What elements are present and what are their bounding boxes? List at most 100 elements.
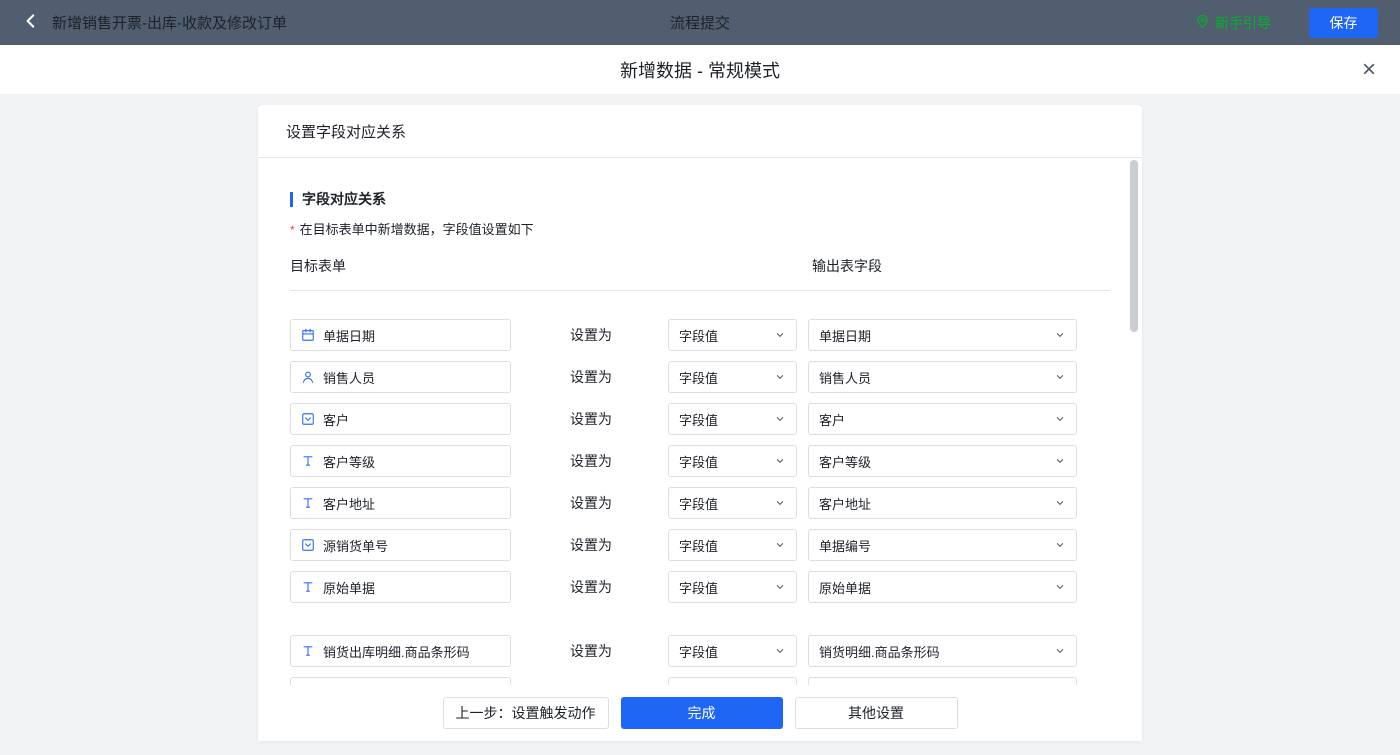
prev-step-button[interactable]: 上一步：设置触发动作 (442, 697, 609, 729)
value-type-select[interactable]: 字段值 (668, 571, 797, 603)
output-field-label: 销售人员 (819, 370, 872, 386)
save-button[interactable]: 保存 (1309, 7, 1378, 38)
value-type-label: 字段值 (679, 328, 719, 344)
target-field-box[interactable]: 销货出库明细.商品条形码 (290, 635, 511, 667)
chevron-down-icon (774, 413, 786, 425)
value-type-label: 字段值 (679, 496, 719, 512)
set-as-label: 设置为 (570, 369, 612, 385)
value-type-select[interactable]: 字段值 (668, 361, 797, 393)
chevron-down-icon (1054, 581, 1066, 593)
chevron-down-icon (774, 581, 786, 593)
output-field-label: 客户 (819, 412, 846, 428)
scrollbar-thumb[interactable] (1130, 160, 1138, 332)
topbar: 新增销售开票-出库-收款及修改订单 流程提交 新手引导 保存 (0, 0, 1400, 45)
output-field-label: 单据日期 (819, 328, 872, 344)
panel-footer: 上一步：设置触发动作 完成 其他设置 (258, 685, 1142, 741)
output-field-label: 单据编号 (819, 538, 872, 554)
target-field-box[interactable]: 销货出库明细.商品 (290, 677, 511, 685)
mapping-row: 原始单据 设置为 字段值 原始单据 (290, 571, 1110, 603)
value-type-select[interactable]: 字段值 (668, 635, 797, 667)
location-pin-icon (1195, 14, 1210, 32)
mapping-row: 单据日期 设置为 字段值 单据日期 (290, 319, 1110, 351)
value-type-select[interactable]: 字段值 (668, 445, 797, 477)
value-type-label: 字段值 (679, 644, 719, 660)
chevron-down-icon (774, 497, 786, 509)
value-type-label: 字段值 (679, 454, 719, 470)
target-field-label: 销售人员 (323, 370, 376, 386)
target-field-box[interactable]: 源销货单号 (290, 529, 511, 561)
target-field-label: 客户地址 (323, 496, 376, 512)
mapping-row: 客户等级 设置为 字段值 客户等级 (290, 445, 1110, 477)
output-field-select[interactable]: 原始单据 (808, 571, 1077, 603)
chevron-down-icon (1054, 413, 1066, 425)
column-headers: 目标表单 输出表字段 (290, 256, 1110, 291)
target-field-box[interactable]: 客户 (290, 403, 511, 435)
flow-submit-label: 流程提交 (669, 15, 731, 32)
chevron-down-icon (1054, 645, 1066, 657)
text-icon (301, 580, 315, 594)
target-field-label: 源销货单号 (323, 538, 389, 554)
target-field-box[interactable]: 客户等级 (290, 445, 511, 477)
value-type-select[interactable]: 字段值 (668, 403, 797, 435)
newbie-guide-link[interactable]: 新手引导 (1195, 13, 1271, 33)
modal-title: 新增数据 - 常规模式 (620, 60, 780, 81)
output-field-select[interactable]: 销货明细.商品 (808, 677, 1077, 685)
value-type-select[interactable]: 字段值 (668, 529, 797, 561)
output-field-select[interactable]: 销货明细.商品条形码 (808, 635, 1077, 667)
chevron-down-icon (1054, 539, 1066, 551)
target-field-box[interactable]: 原始单据 (290, 571, 511, 603)
target-field-label: 销货出库明细.商品条形码 (323, 644, 470, 660)
value-type-label: 字段值 (679, 370, 719, 386)
value-type-select[interactable]: 字段值 (668, 677, 797, 685)
mapping-rows: 单据日期 设置为 字段值 单据日期 销售人员 设置为 字段值 销售人员 客户 设置为 字段值 客户 客户… (290, 319, 1110, 685)
output-field-select[interactable]: 客户等级 (808, 445, 1077, 477)
chevron-down-icon (1054, 371, 1066, 383)
set-as-label: 设置为 (570, 495, 612, 511)
text-icon (301, 454, 315, 468)
target-field-box[interactable]: 客户地址 (290, 487, 511, 519)
target-field-box[interactable]: 销售人员 (290, 361, 511, 393)
output-field-select[interactable]: 客户 (808, 403, 1077, 435)
mapping-row: 客户地址 设置为 字段值 客户地址 (290, 487, 1110, 519)
text-icon (301, 496, 315, 510)
value-type-label: 字段值 (679, 580, 719, 596)
close-icon[interactable]: × (1362, 57, 1376, 82)
value-type-label: 字段值 (679, 538, 719, 554)
chevron-down-icon (774, 329, 786, 341)
target-field-label: 单据日期 (323, 328, 376, 344)
mapping-row: 销货出库明细.商品设置为字段值销货明细.商品 (290, 677, 1110, 685)
output-field-label: 客户等级 (819, 454, 872, 470)
guide-label: 新手引导 (1215, 14, 1271, 31)
output-field-label: 原始单据 (819, 580, 872, 596)
mapping-row: 源销货单号 设置为 字段值 单据编号 (290, 529, 1110, 561)
other-settings-button[interactable]: 其他设置 (794, 697, 958, 729)
back-button[interactable] (22, 12, 40, 33)
target-field-label: 客户 (323, 412, 350, 428)
set-as-label: 设置为 (570, 411, 612, 427)
output-field-label: 销货明细.商品条形码 (819, 644, 940, 660)
set-as-label: 设置为 (570, 579, 612, 595)
chevron-down-icon (774, 455, 786, 467)
section-subtitle: * 在目标表单中新增数据，字段值设置如下 (290, 219, 1110, 238)
workspace: 设置字段对应关系 字段对应关系 * 在目标表单中新增数据，字段值设置如下 目标表单… (0, 95, 1400, 755)
output-field-select[interactable]: 销售人员 (808, 361, 1077, 393)
mapping-row: 客户 设置为 字段值 客户 (290, 403, 1110, 435)
required-mark: * (290, 223, 295, 237)
chevron-down-icon (774, 371, 786, 383)
value-type-select[interactable]: 字段值 (668, 319, 797, 351)
done-button[interactable]: 完成 (620, 697, 783, 729)
column-header-output: 输出表字段 (812, 258, 882, 274)
text-icon (301, 644, 315, 658)
panel-body: 字段对应关系 * 在目标表单中新增数据，字段值设置如下 目标表单 输出表字段 单据… (258, 158, 1142, 685)
select-icon (301, 538, 315, 552)
chevron-down-icon (1054, 455, 1066, 467)
chevron-down-icon (1054, 329, 1066, 341)
output-field-select[interactable]: 客户地址 (808, 487, 1077, 519)
chevron-down-icon (774, 539, 786, 551)
output-field-select[interactable]: 单据编号 (808, 529, 1077, 561)
value-type-select[interactable]: 字段值 (668, 487, 797, 519)
modal-header: 新增数据 - 常规模式 × (0, 45, 1400, 95)
output-field-select[interactable]: 单据日期 (808, 319, 1077, 351)
target-field-label: 原始单据 (323, 580, 376, 596)
target-field-box[interactable]: 单据日期 (290, 319, 511, 351)
